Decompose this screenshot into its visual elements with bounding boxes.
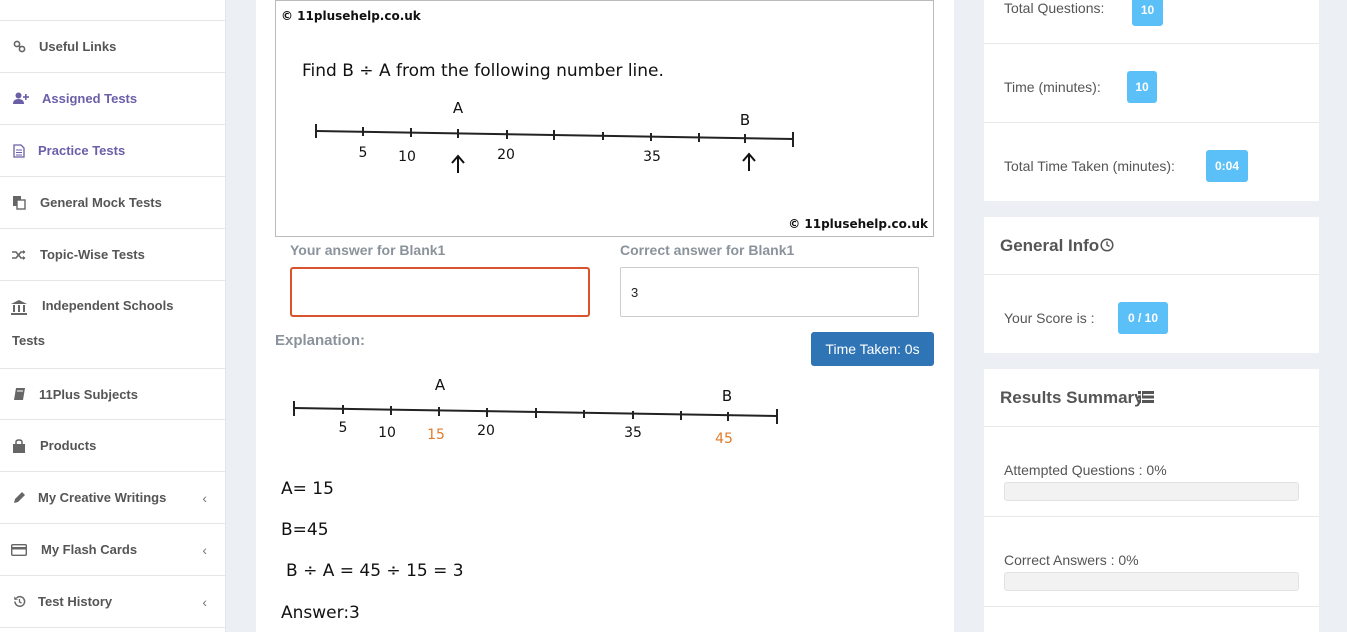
- shopping-bag-icon: [11, 438, 27, 454]
- sidebar-item-label: Practice Tests: [38, 143, 126, 158]
- chevron-left-icon: ‹: [202, 489, 207, 506]
- time-taken-badge: 0:04: [1206, 150, 1248, 182]
- correct-answer-field: 3: [620, 267, 919, 317]
- score-label: Your Score is :: [1004, 310, 1095, 326]
- correct-row: Correct Answers : 0%: [984, 517, 1319, 607]
- sidebar-item-test-history[interactable]: Test History ‹: [0, 576, 225, 628]
- copyright-top: © 11plusehelp.co.uk: [281, 9, 421, 23]
- list-icon: [1138, 390, 1154, 409]
- sidebar-item-useful-links[interactable]: Useful Links: [0, 21, 225, 73]
- tick-label-highlight: 15: [427, 427, 445, 443]
- arrow-up-icon: [742, 152, 756, 171]
- test-stats-card: Total Questions: 10 Time (minutes): 10 T…: [984, 0, 1319, 201]
- question-image: © 11plusehelp.co.uk Find B ÷ A from the …: [275, 0, 934, 237]
- sidebar-item-assigned-tests[interactable]: Assigned Tests: [0, 73, 225, 125]
- number-line-question: A B 5 10 20 35: [315, 99, 794, 173]
- stat-total-time-taken: Total Time Taken (minutes): 0:04: [984, 123, 1319, 201]
- sidebar-item-label: My Flash Cards: [41, 542, 138, 557]
- explanation-label: Explanation:: [275, 332, 366, 349]
- copyright-bottom: © 11plusehelp.co.uk: [788, 217, 928, 231]
- sidebar-item-label: Topic-Wise Tests: [40, 247, 145, 262]
- results-summary-header: Results Summary: [984, 369, 1319, 427]
- explanation-line: B ÷ A = 45 ÷ 15 = 3: [286, 561, 464, 581]
- sidebar-item-label: Useful Links: [39, 39, 117, 54]
- attempted-label: Attempted Questions : 0%: [1004, 462, 1167, 478]
- total-questions-label: Total Questions:: [1004, 0, 1105, 16]
- time-label: Time (minutes):: [1004, 79, 1101, 95]
- tick-label: 20: [497, 147, 515, 163]
- total-questions-badge: 10: [1132, 0, 1163, 26]
- sidebar-item-my-flash-cards[interactable]: My Flash Cards ‹: [0, 524, 225, 576]
- sidebar-item-label-continued: Tests: [12, 333, 45, 348]
- explanation-line: A= 15: [281, 479, 334, 499]
- clock-icon: [1100, 238, 1114, 257]
- time-taken-label: Total Time Taken (minutes):: [1004, 158, 1175, 174]
- sidebar-top-divider: [0, 0, 225, 21]
- time-taken-button[interactable]: Time Taken: 0s: [811, 332, 934, 366]
- sidebar: Useful Links Assigned Tests Practice Tes…: [0, 0, 226, 632]
- tick-label: 5: [339, 420, 348, 436]
- sidebar-item-general-mock-tests[interactable]: General Mock Tests: [0, 177, 225, 229]
- correct-label: Correct Answers : 0%: [1004, 552, 1139, 568]
- label-a: A: [435, 376, 446, 394]
- sidebar-item-topic-wise-tests[interactable]: Topic-Wise Tests: [0, 229, 225, 281]
- sidebar-item-label: 11Plus Subjects: [39, 386, 138, 402]
- correct-answer-label: Correct answer for Blank1: [620, 242, 795, 258]
- pencil-icon: [11, 490, 27, 506]
- attempted-progress-bar: [1004, 482, 1299, 501]
- stat-time: Time (minutes): 10: [984, 44, 1319, 123]
- results-summary-title: Results Summary: [1000, 388, 1144, 407]
- general-info-header: General Info: [984, 217, 1319, 275]
- document-icon: [11, 143, 27, 159]
- tick-label: 5: [359, 145, 368, 161]
- label-b: B: [722, 387, 732, 405]
- arrow-up-icon: [451, 154, 465, 173]
- sidebar-item-label: Independent Schools: [42, 298, 174, 313]
- tick-label: 10: [378, 425, 396, 441]
- bank-icon: [11, 299, 27, 315]
- shuffle-icon: [11, 247, 27, 263]
- sidebar-item-label: Assigned Tests: [42, 91, 138, 106]
- sidebar-item-label: Test History: [38, 594, 113, 609]
- your-answer-label: Your answer for Blank1: [290, 242, 446, 258]
- sidebar-item-11plus-subjects[interactable]: 11Plus Subjects: [0, 369, 225, 420]
- score-badge: 0 / 10: [1118, 302, 1168, 334]
- tick-label-highlight: 45: [715, 431, 733, 447]
- your-answer-field[interactable]: [290, 267, 590, 317]
- time-badge: 10: [1127, 71, 1157, 103]
- attempted-row: Attempted Questions : 0%: [984, 427, 1319, 517]
- general-info-card: General Info Your Score is : 0 / 10: [984, 217, 1319, 353]
- chevron-left-icon: ‹: [202, 593, 207, 610]
- label-b: B: [740, 111, 750, 129]
- tick-label: 10: [398, 149, 416, 165]
- explanation-line: B=45: [281, 520, 329, 540]
- stat-total-questions: Total Questions: 10: [984, 0, 1319, 44]
- score-row: Your Score is : 0 / 10: [984, 275, 1319, 353]
- label-a: A: [453, 99, 464, 117]
- sidebar-item-label: Products: [40, 438, 97, 453]
- tick-label: 35: [643, 149, 661, 165]
- sidebar-item-label: My Creative Writings: [38, 490, 167, 505]
- results-summary-card: Results Summary Attempted Questions : 0%…: [984, 369, 1319, 632]
- credit-card-icon: [11, 542, 27, 558]
- chevron-left-icon: ‹: [202, 541, 207, 558]
- question-text: Find B ÷ A from the following number lin…: [302, 61, 664, 81]
- sidebar-item-practice-tests[interactable]: Practice Tests: [0, 125, 225, 177]
- tick-label: 35: [624, 425, 642, 441]
- general-info-title: General Info: [1000, 236, 1100, 255]
- tick-label: 20: [477, 423, 495, 439]
- user-plus-icon: [13, 91, 29, 107]
- explanation-line: Answer:3: [281, 603, 360, 623]
- copy-icon: [11, 195, 27, 211]
- sidebar-item-independent-schools-tests[interactable]: Independent Schools Tests: [0, 281, 225, 369]
- link-icon: [11, 39, 27, 55]
- book-icon: [11, 386, 27, 402]
- number-line-explanation: A B 5 10 15 20 35 45: [293, 376, 778, 447]
- sidebar-item-products[interactable]: Products: [0, 420, 225, 472]
- correct-progress-bar: [1004, 572, 1299, 591]
- question-review-panel: © 11plusehelp.co.uk Find B ÷ A from the …: [256, 0, 954, 632]
- history-icon: [11, 594, 27, 610]
- sidebar-item-label: General Mock Tests: [40, 195, 162, 210]
- sidebar-item-my-creative-writings[interactable]: My Creative Writings ‹: [0, 472, 225, 524]
